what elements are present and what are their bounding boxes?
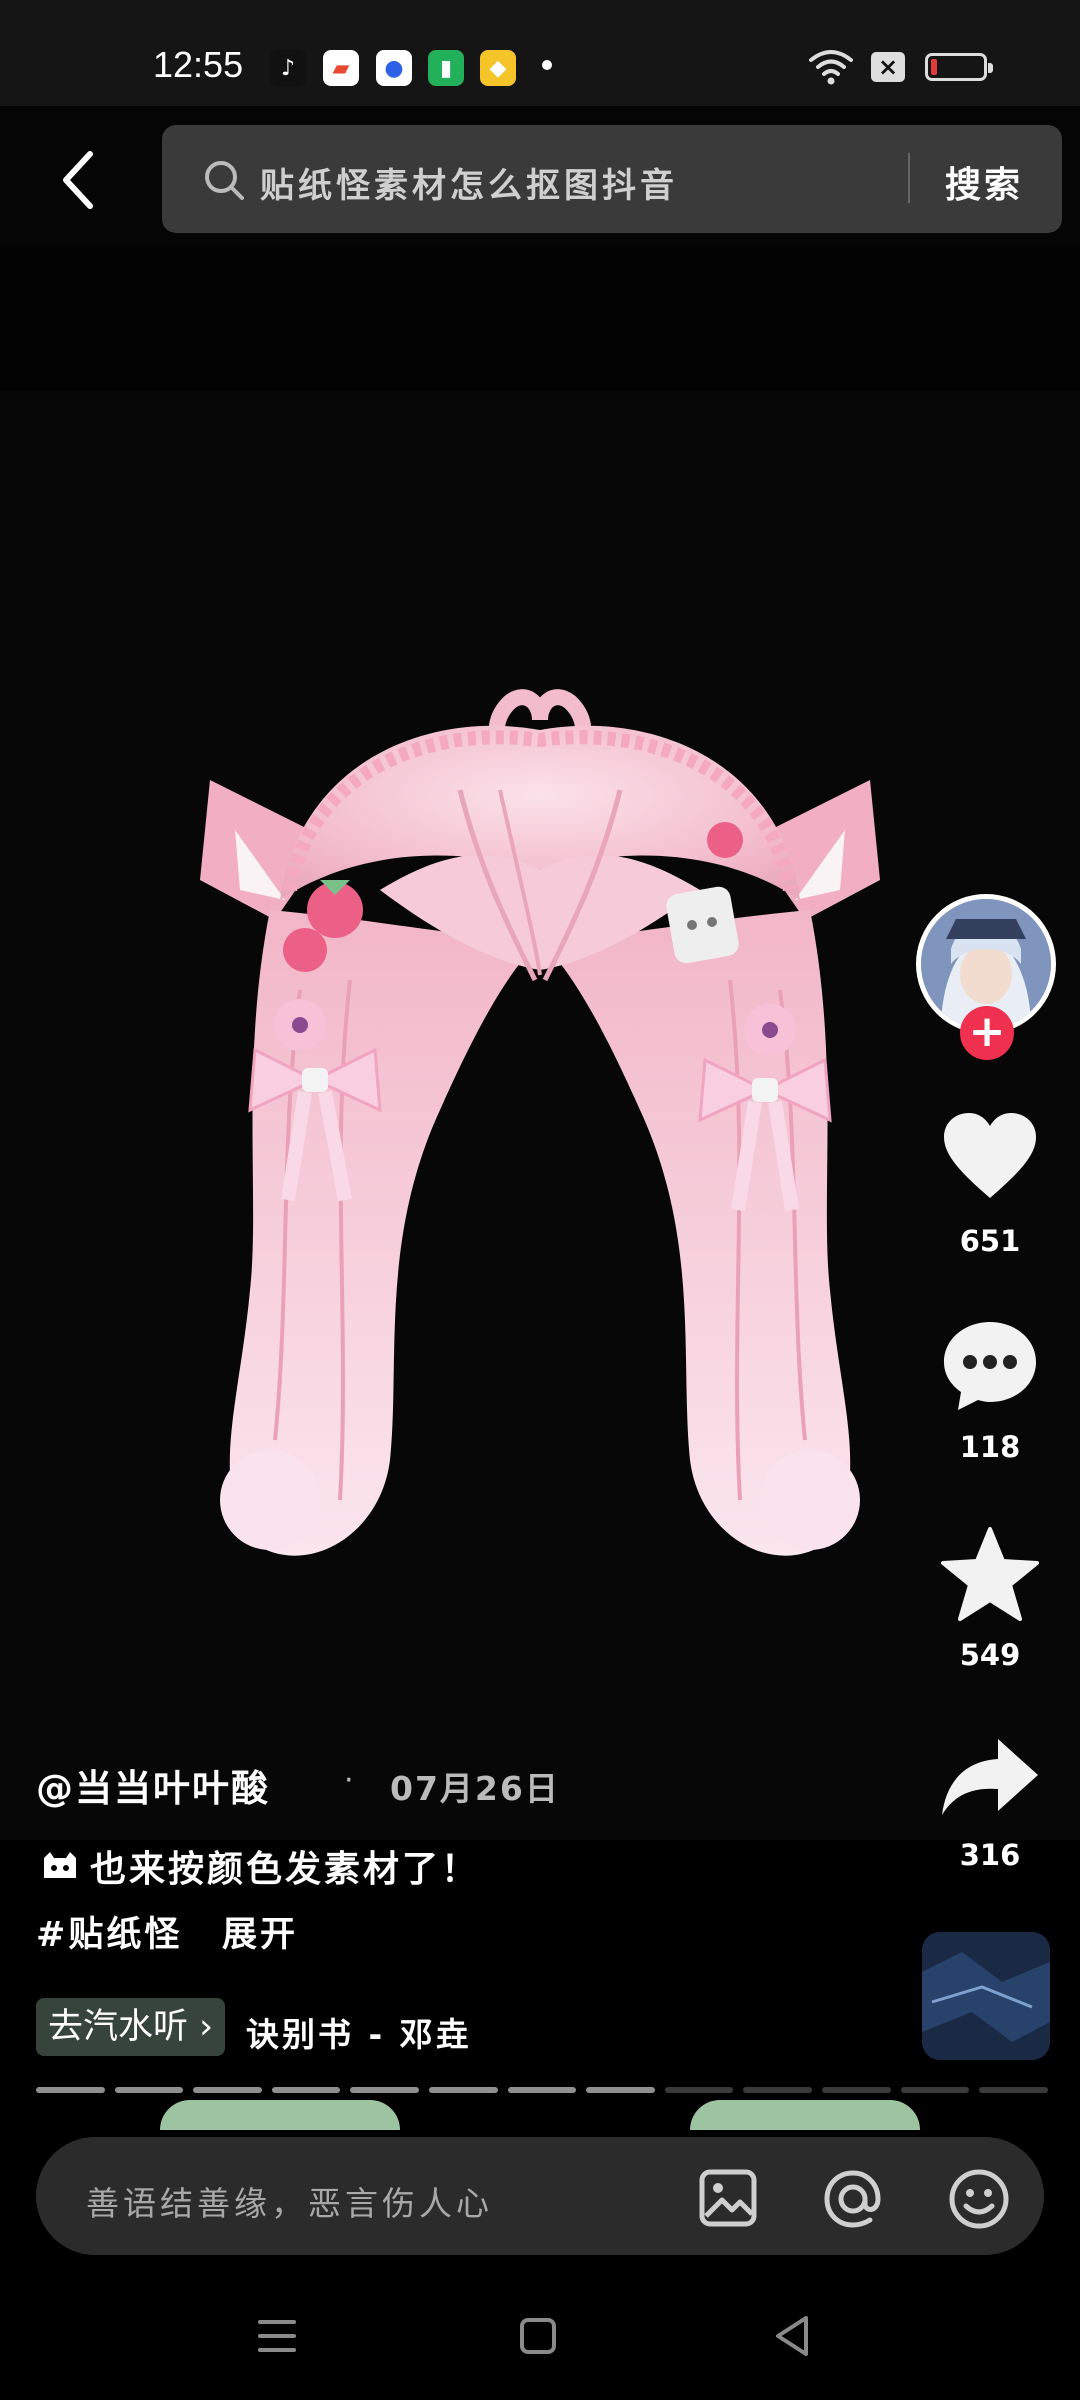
favorite-button[interactable] <box>930 1525 1050 1625</box>
progress-segment <box>586 2087 655 2093</box>
heart-icon <box>944 1113 1036 1198</box>
next-video-peek <box>690 2100 920 2130</box>
share-arrow-icon <box>942 1739 1038 1815</box>
progress-segment <box>900 2087 970 2093</box>
search-button[interactable]: 搜索 <box>945 156 1023 208</box>
tiktok-icon: ♪ <box>270 50 306 86</box>
comment-bubble-icon <box>944 1322 1036 1410</box>
gallery-icon: ▰ <box>323 50 359 86</box>
battery-app-icon: ▮ <box>428 50 464 86</box>
like-count: 651 <box>959 1224 1021 1258</box>
music-chip-label: 去汽水听 <box>48 2007 189 2047</box>
comment-button[interactable] <box>930 1318 1050 1414</box>
description-text: 也来按颜色发素材了！ <box>90 1849 481 1890</box>
star-icon <box>941 1527 1039 1621</box>
emoji-icon[interactable] <box>946 2166 1012 2232</box>
share-count: 316 <box>959 1838 1021 1872</box>
search-divider <box>908 153 910 203</box>
image-picker-icon[interactable] <box>696 2166 760 2230</box>
progress-segment <box>664 2087 734 2093</box>
home-square-icon[interactable] <box>518 2316 558 2356</box>
progress-segment <box>350 2087 420 2093</box>
progress-segment <box>114 2087 184 2093</box>
progress-segment <box>743 2087 813 2093</box>
mention-at-icon[interactable] <box>820 2166 886 2232</box>
gold-app-icon: ◆ <box>480 50 516 86</box>
progress-segment <box>429 2087 498 2093</box>
music-title[interactable]: 诀别书 - 邓垚 <box>246 2008 472 2056</box>
battery-icon <box>925 53 993 81</box>
progress-segment <box>822 2087 891 2093</box>
like-button[interactable] <box>930 1110 1050 1202</box>
progress-segment <box>193 2087 262 2093</box>
music-open-chip[interactable]: 去汽水听 › <box>36 1998 226 2056</box>
back-triangle-icon[interactable] <box>772 2314 812 2358</box>
date-separator: · <box>344 1763 354 1798</box>
recent-apps-menu-icon[interactable] <box>256 2316 298 2356</box>
wifi-icon <box>809 50 853 85</box>
pink-hair-sticker-image <box>200 689 880 1556</box>
progress-segment <box>979 2087 1048 2093</box>
progress-segment <box>507 2087 577 2093</box>
post-description: 也来按颜色发素材了！ <box>40 1840 480 1892</box>
video-progress-bar[interactable] <box>36 2087 1048 2093</box>
cat-face-emoji-icon <box>44 1852 76 1878</box>
no-sim-icon: × <box>871 52 905 82</box>
baidu-icon: ● <box>376 50 412 86</box>
author-name[interactable]: @当当叶叶酸 <box>36 1758 270 1812</box>
search-query[interactable]: 贴纸怪素材怎么抠图抖音 <box>260 158 678 207</box>
back-arrow-icon[interactable] <box>56 148 100 212</box>
follow-button[interactable]: + <box>960 1006 1014 1060</box>
music-disc[interactable] <box>922 1932 1050 2060</box>
progress-segment <box>36 2087 105 2093</box>
post-date: 07月26日 <box>390 1769 560 1808</box>
next-video-peek <box>160 2100 400 2130</box>
progress-segment <box>271 2087 341 2093</box>
chevron-right-icon: › <box>199 2007 214 2047</box>
video-letterbox-top <box>0 246 1080 390</box>
share-button[interactable] <box>930 1735 1050 1819</box>
status-time: 12:55 <box>153 44 244 85</box>
notification-dot-icon <box>542 60 552 70</box>
music-cover-image <box>922 1932 1050 2060</box>
comment-count: 118 <box>959 1430 1021 1464</box>
favorite-count: 549 <box>959 1638 1021 1672</box>
expand-button[interactable]: 展开 <box>222 1906 298 1957</box>
search-icon <box>205 161 244 200</box>
comment-input-placeholder[interactable]: 善语结善缘，恶言伤人心 <box>86 2177 493 2225</box>
hashtag-link[interactable]: #贴纸怪 <box>36 1906 182 1957</box>
